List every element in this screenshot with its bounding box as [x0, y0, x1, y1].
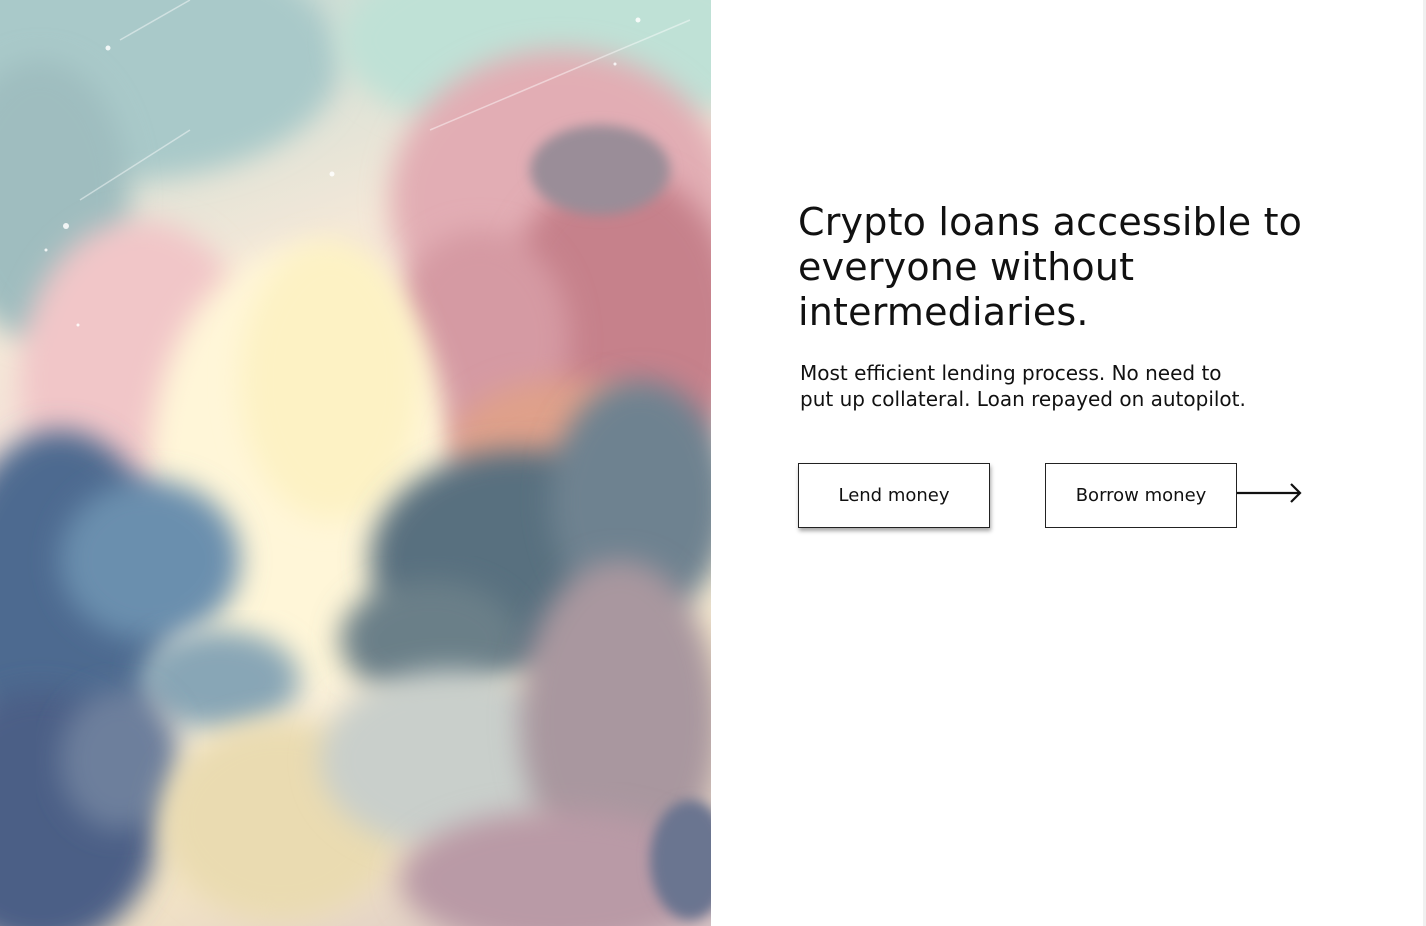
borrow-money-button[interactable]: Borrow money — [1045, 463, 1237, 528]
arrow-right-icon — [1237, 483, 1302, 503]
hero-content: Crypto loans accessible to everyone with… — [798, 200, 1318, 412]
lend-money-button[interactable]: Lend money — [798, 463, 990, 528]
landing-page: Crypto loans accessible to everyone with… — [0, 0, 1426, 926]
cta-group: Lend money Borrow money — [798, 463, 1318, 533]
abstract-painting-image — [0, 0, 711, 926]
hero-artwork — [0, 0, 711, 926]
hero-subtext: Most efficient lending process. No need … — [800, 361, 1246, 411]
hero-headline: Crypto loans accessible to everyone with… — [798, 200, 1303, 334]
